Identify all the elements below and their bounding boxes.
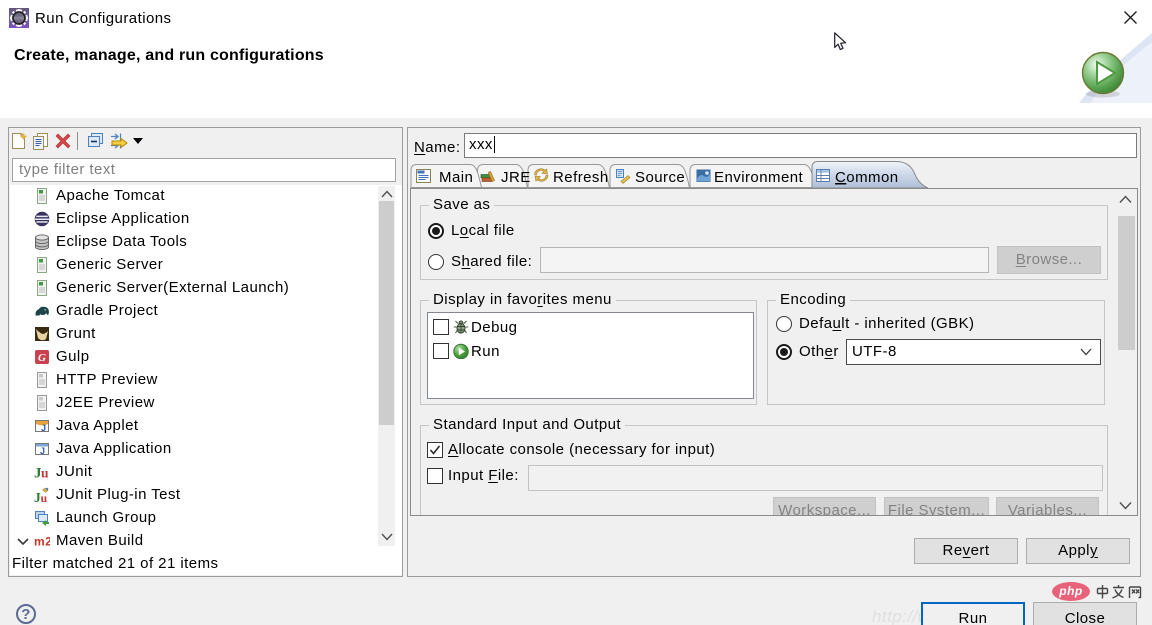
svg-text:J: J [40, 446, 45, 456]
svg-text:Environment: Environment [714, 169, 804, 186]
svg-text:Source: Source [635, 169, 685, 186]
svg-text:J: J [41, 423, 46, 433]
svg-text:Main: Main [439, 169, 473, 186]
svg-text:u: u [41, 491, 48, 503]
svg-text:u: u [41, 466, 49, 481]
svg-text:m2: m2 [34, 535, 50, 549]
svg-text:Refresh: Refresh [553, 169, 609, 186]
svg-text:Common: Common [835, 169, 899, 186]
svg-text:JRE: JRE [501, 169, 531, 186]
svg-text:G: G [38, 352, 46, 364]
